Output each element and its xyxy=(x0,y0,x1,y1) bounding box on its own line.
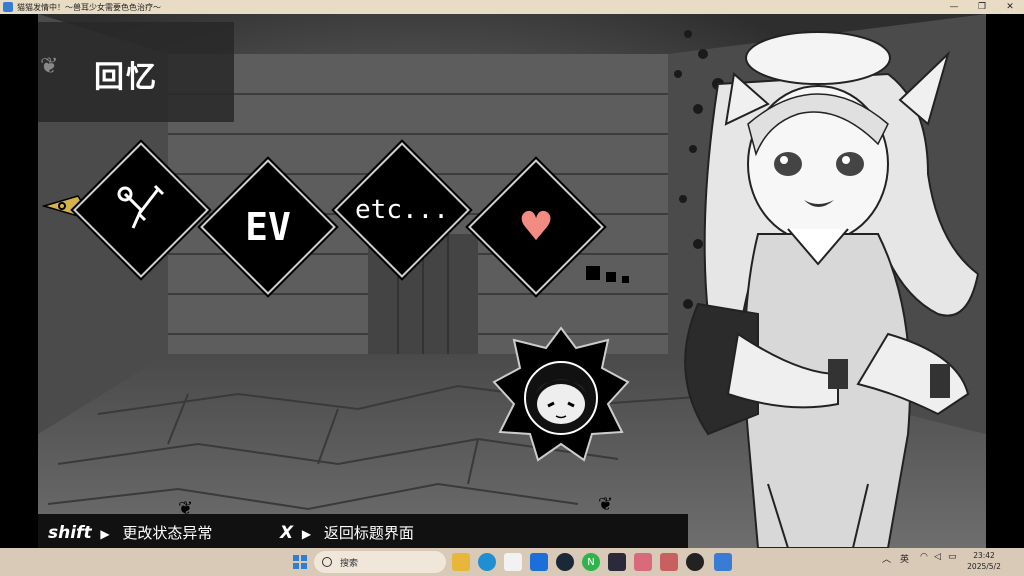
volume-icon[interactable]: ◁ xyxy=(934,552,941,562)
character-illustration xyxy=(684,31,980,548)
qq-icon[interactable] xyxy=(686,553,704,571)
ornament-icon: ❦ xyxy=(40,54,59,79)
windows-start-icon[interactable] xyxy=(291,553,309,571)
weapon-icon xyxy=(117,184,165,229)
game-window-icon[interactable] xyxy=(714,553,732,571)
search-placeholder: 搜索 xyxy=(340,558,359,569)
x-hint[interactable]: X ▶ 返回标题界面 xyxy=(280,522,414,543)
app-icon xyxy=(3,2,13,12)
battery-icon[interactable]: ▭ xyxy=(948,552,957,562)
letterbox-right xyxy=(986,14,1024,548)
plant-icon: ❦ xyxy=(178,498,194,519)
arrow-right-icon: ▶ xyxy=(100,527,110,541)
menu-item-etc-label: etc... xyxy=(355,195,449,225)
x-key-label: X xyxy=(280,523,294,543)
character-portrait xyxy=(492,326,630,462)
pin-app-icon[interactable] xyxy=(530,553,548,571)
minimize-button[interactable]: — xyxy=(940,0,968,14)
shift-key-label: shift xyxy=(48,523,92,543)
n-app-icon[interactable]: N xyxy=(582,553,600,571)
shift-action-label: 更改状态异常 xyxy=(122,524,213,542)
x-action-label: 返回标题界面 xyxy=(323,524,414,542)
arrow-right-icon: ▶ xyxy=(301,527,312,541)
screen: 猫猫发情中！～兽耳少女需要色色治疗～ — ❐ ✕ ❦ 回忆 EV etc... … xyxy=(0,0,1024,576)
game-viewport[interactable]: ❦ 回忆 EV etc... ♥ ❦ ❦ shift ▶ 更改状态异常 X ▶ … xyxy=(38,14,986,548)
window-titlebar[interactable]: 猫猫发情中！～兽耳少女需要色色治疗～ — ❐ ✕ xyxy=(0,0,1024,14)
edge-browser-icon[interactable] xyxy=(478,553,496,571)
heart-icon: ♥ xyxy=(518,204,554,250)
wifi-icon[interactable]: ◠ xyxy=(920,552,928,562)
close-button[interactable]: ✕ xyxy=(996,0,1024,14)
app-icon[interactable] xyxy=(608,553,626,571)
plant-icon: ❦ xyxy=(598,494,614,515)
page-title: 回忆 xyxy=(94,60,158,95)
game-icon[interactable] xyxy=(634,553,652,571)
game-icon[interactable] xyxy=(660,553,678,571)
menu-item-cg[interactable] xyxy=(93,162,189,258)
menu-item-heart[interactable]: ♥ xyxy=(488,179,584,275)
system-clock[interactable]: 23:42 2025/5/2 xyxy=(964,550,1004,572)
shift-hint[interactable]: shift ▶ 更改状态异常 xyxy=(48,522,212,543)
maximize-button[interactable]: ❐ xyxy=(968,0,996,14)
store-icon[interactable] xyxy=(504,553,522,571)
steam-icon[interactable] xyxy=(556,553,574,571)
chevron-up-icon[interactable]: ︿ xyxy=(882,552,891,565)
window-controls: — ❐ ✕ xyxy=(940,0,1024,14)
menu-item-ev-label: EV xyxy=(245,205,291,249)
letterbox-left xyxy=(0,14,38,548)
window-title: 猫猫发情中！～兽耳少女需要色色治疗～ xyxy=(17,2,161,12)
file-explorer-icon[interactable] xyxy=(452,553,470,571)
menu-item-ev[interactable]: EV xyxy=(220,179,316,275)
ime-indicator[interactable]: 英 xyxy=(900,552,909,565)
taskbar-search[interactable]: 搜索 xyxy=(314,551,446,573)
clock-time: 23:42 xyxy=(973,551,995,560)
search-icon xyxy=(322,557,332,567)
clock-date: 2025/5/2 xyxy=(967,562,1001,571)
menu-item-etc[interactable]: etc... xyxy=(354,162,450,258)
